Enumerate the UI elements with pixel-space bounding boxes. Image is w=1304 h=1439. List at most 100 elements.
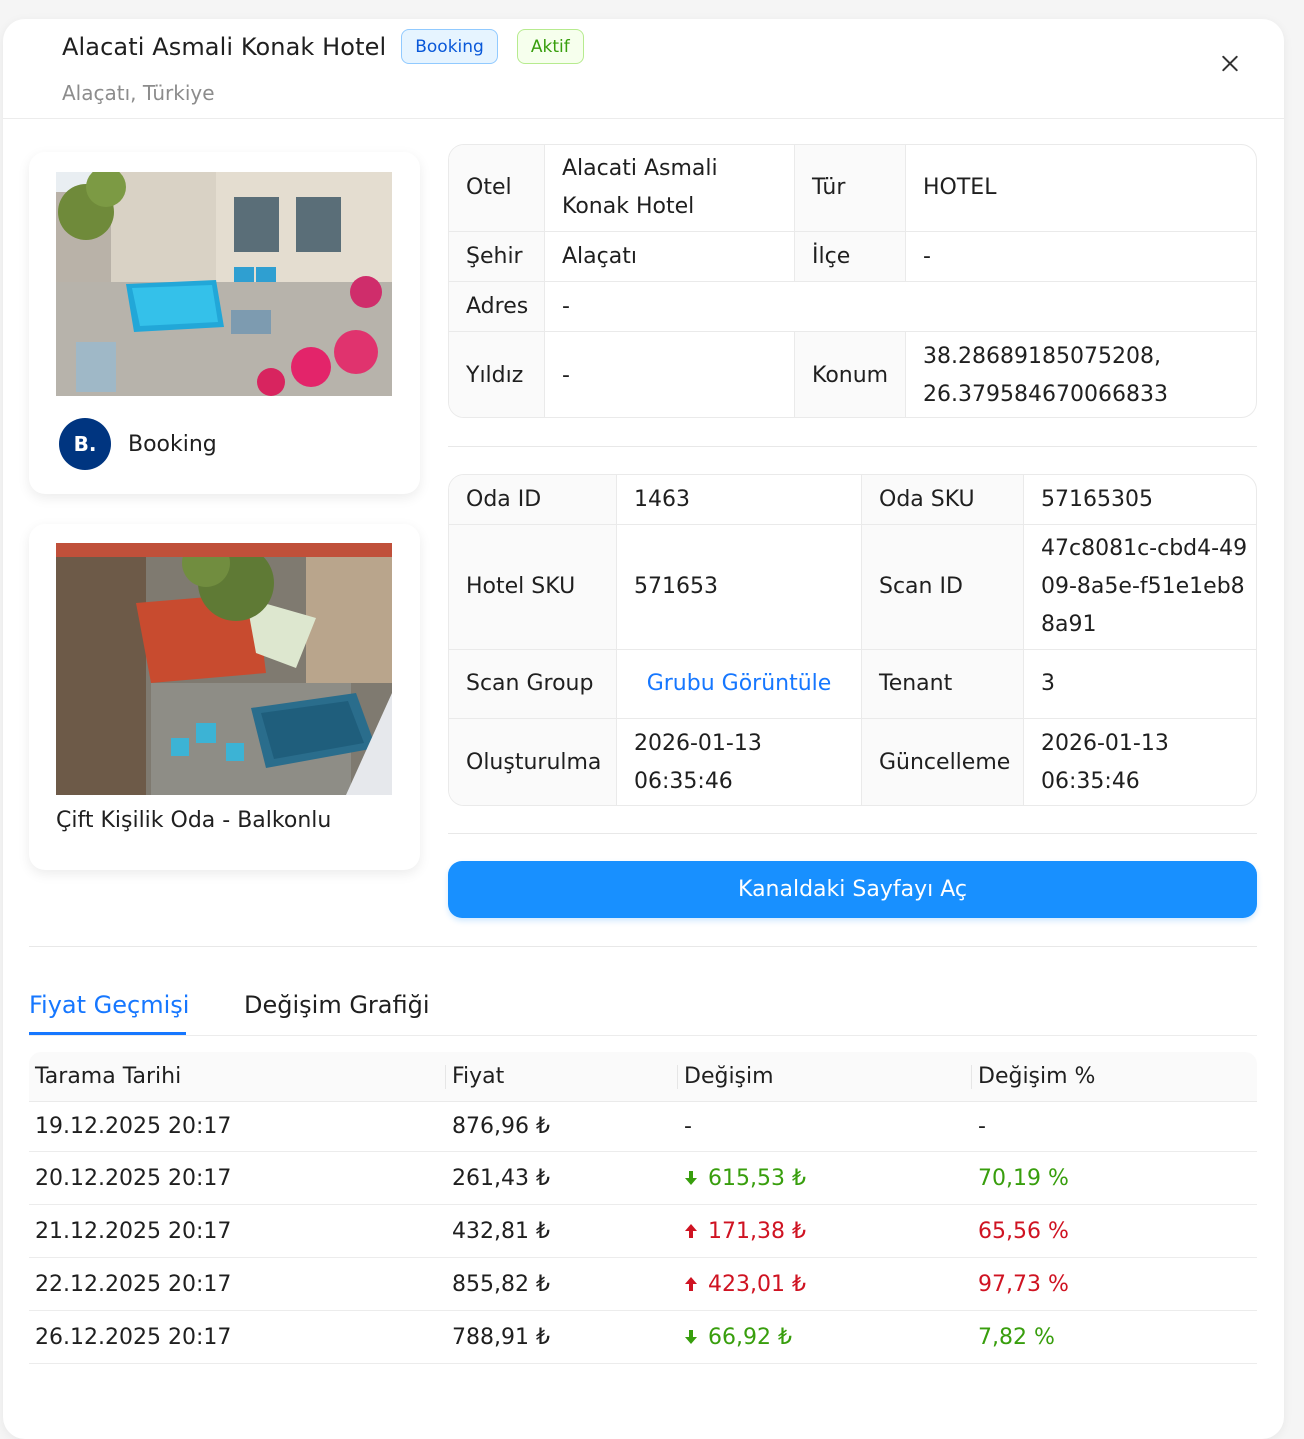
change-value: 615,53 ₺ bbox=[708, 1165, 806, 1191]
hotel-sku-label: Hotel SKU bbox=[449, 525, 617, 649]
price-cell: 876,96 ₺ bbox=[452, 1102, 550, 1151]
column-separator bbox=[445, 1065, 446, 1089]
price-cell: 432,81 ₺ bbox=[452, 1205, 550, 1257]
yildiz-value: - bbox=[545, 332, 795, 417]
room-photo-image bbox=[56, 543, 392, 795]
ilce-label: İlçe bbox=[795, 232, 906, 281]
hotel-image-card: B. Booking bbox=[29, 152, 420, 494]
change-pct-cell: - bbox=[978, 1102, 986, 1151]
section-divider bbox=[29, 946, 1257, 947]
oda-sku-label: Oda SKU bbox=[862, 475, 1024, 524]
change-value: 171,38 ₺ bbox=[708, 1218, 806, 1244]
channel-name: Booking bbox=[128, 431, 217, 457]
column-header-change: Değişim bbox=[684, 1064, 774, 1089]
scan-id-value: 47c8081c-cbd4-4909-8a5e-f51e1eb88a91 bbox=[1041, 536, 1248, 637]
section-divider bbox=[448, 446, 1257, 447]
change-value: 66,92 ₺ bbox=[708, 1324, 792, 1350]
scan-date: 20.12.2025 20:17 bbox=[35, 1165, 232, 1191]
channel-brand: B. Booking bbox=[59, 418, 217, 470]
tab-change-chart[interactable]: Değişim Grafiği bbox=[244, 991, 430, 1019]
table-row: 20.12.2025 20:17 261,43 ₺ 615,53 ₺ 70,19 % bbox=[29, 1152, 1257, 1205]
tur-label: Tür bbox=[795, 145, 906, 231]
scan-group-link-cell: Grubu Görüntüle bbox=[617, 650, 862, 718]
room-name: Çift Kişilik Oda - Balkonlu bbox=[56, 808, 332, 833]
tenant-value: 3 bbox=[1041, 671, 1055, 696]
scan-date: 22.12.2025 20:17 bbox=[35, 1271, 232, 1297]
otel-value: Alacati Asmali Konak Hotel bbox=[545, 145, 795, 231]
table-row: 21.12.2025 20:17 432,81 ₺ 171,38 ₺ 65,56 % bbox=[29, 1205, 1257, 1258]
tab-bar: Fiyat Geçmişi Değişim Grafiği bbox=[29, 979, 1257, 1036]
arrow-down-icon bbox=[685, 1171, 697, 1185]
adres-value: - bbox=[562, 293, 570, 319]
price: 261,43 ₺ bbox=[452, 1165, 550, 1191]
hotel-info-row: Otel Alacati Asmali Konak Hotel Tür HOTE… bbox=[449, 145, 1256, 232]
change-value: 423,01 ₺ bbox=[708, 1271, 806, 1297]
tenant-label: Tenant bbox=[862, 650, 1024, 718]
room-info-table: Oda ID 1463 Oda SKU 57165305 Hotel SKU 5… bbox=[448, 474, 1257, 806]
hotel-title: Alacati Asmali Konak Hotel bbox=[62, 32, 387, 61]
hotel-info-row: Yıldız - Konum 38.28689185075208, 26.379… bbox=[449, 332, 1256, 417]
price: 855,82 ₺ bbox=[452, 1271, 550, 1297]
guncelleme-label: Güncelleme bbox=[862, 719, 1024, 805]
change-cell: 171,38 ₺ bbox=[684, 1205, 806, 1257]
change-pct-value: 70,19 % bbox=[978, 1165, 1069, 1191]
section-divider bbox=[448, 833, 1257, 834]
open-channel-page-button[interactable]: Kanaldaki Sayfayı Aç bbox=[448, 861, 1257, 918]
change-cell: 615,53 ₺ bbox=[684, 1152, 806, 1204]
price-history-table: Tarama Tarihi Fiyat Değişim Değişim % 19… bbox=[29, 1052, 1257, 1364]
change-pct-cell: 97,73 % bbox=[978, 1258, 1069, 1310]
ilce-value: - bbox=[923, 243, 931, 269]
table-row: 19.12.2025 20:17 876,96 ₺ - - bbox=[29, 1102, 1257, 1152]
table-body: 19.12.2025 20:17 876,96 ₺ - - 20.12.2025 20:… bbox=[29, 1102, 1257, 1364]
close-icon[interactable] bbox=[1217, 51, 1243, 77]
title-row: Alacati Asmali Konak Hotel Booking Aktif bbox=[62, 29, 584, 64]
oda-id-label: Oda ID bbox=[449, 475, 617, 524]
booking-logo-icon: B. bbox=[59, 418, 111, 470]
olusturulma-label: Oluşturulma bbox=[449, 719, 617, 805]
hotel-info-row: Adres - bbox=[449, 282, 1256, 332]
change-pct-cell: 70,19 % bbox=[978, 1152, 1069, 1204]
price-cell: 788,91 ₺ bbox=[452, 1311, 550, 1363]
price-cell: 855,82 ₺ bbox=[452, 1258, 550, 1310]
hotel-photo[interactable] bbox=[56, 172, 392, 396]
konum-label: Konum bbox=[795, 332, 906, 417]
konum-value: 38.28689185075208, 26.379584670066833 bbox=[923, 343, 1168, 407]
table-header: Tarama Tarihi Fiyat Değişim Değişim % bbox=[29, 1052, 1257, 1102]
scan-date: 19.12.2025 20:17 bbox=[35, 1114, 232, 1139]
column-separator bbox=[677, 1065, 678, 1089]
scan-date-cell: 21.12.2025 20:17 bbox=[35, 1205, 231, 1257]
price: 876,96 ₺ bbox=[452, 1114, 550, 1139]
change-pct-value: 65,56 % bbox=[978, 1218, 1069, 1244]
column-header-price: Fiyat bbox=[452, 1064, 505, 1089]
change-pct-value: 97,73 % bbox=[978, 1271, 1069, 1297]
guncelleme-value: 2026-01-13 06:35:46 bbox=[1041, 731, 1169, 794]
active-tab-indicator bbox=[29, 1032, 186, 1035]
change-value: - bbox=[684, 1114, 692, 1139]
view-group-link[interactable]: Grubu Görüntüle bbox=[647, 665, 832, 703]
status-tag: Aktif bbox=[516, 29, 584, 64]
tab-price-history[interactable]: Fiyat Geçmişi bbox=[29, 991, 189, 1019]
arrow-down-icon bbox=[685, 1330, 697, 1344]
change-pct-value: 7,82 % bbox=[978, 1324, 1055, 1350]
sehir-label: Şehir bbox=[449, 232, 545, 281]
oda-sku-value: 57165305 bbox=[1041, 486, 1153, 512]
column-header-change-pct: Değişim % bbox=[978, 1064, 1096, 1089]
arrow-up-icon bbox=[685, 1277, 697, 1291]
scan-date: 21.12.2025 20:17 bbox=[35, 1218, 232, 1244]
scan-date-cell: 22.12.2025 20:17 bbox=[35, 1258, 231, 1310]
hotel-sku-value: 571653 bbox=[617, 525, 862, 649]
yildiz-label: Yıldız bbox=[449, 332, 545, 417]
otel-label: Otel bbox=[449, 145, 545, 231]
room-info-row: Scan Group Grubu Görüntüle Tenant 3 bbox=[449, 650, 1256, 719]
hotel-detail-modal: Alacati Asmali Konak Hotel Booking Aktif… bbox=[3, 19, 1284, 1439]
scan-group-label: Scan Group bbox=[449, 650, 617, 718]
scan-date-cell: 20.12.2025 20:17 bbox=[35, 1152, 231, 1204]
change-pct-value: - bbox=[978, 1114, 986, 1139]
table-row: 22.12.2025 20:17 855,82 ₺ 423,01 ₺ 97,73 % bbox=[29, 1258, 1257, 1311]
room-photo[interactable] bbox=[56, 543, 392, 795]
hotel-photo-image bbox=[56, 172, 392, 396]
price-cell: 261,43 ₺ bbox=[452, 1152, 550, 1204]
change-cell: - bbox=[684, 1102, 692, 1151]
room-image-card: Çift Kişilik Oda - Balkonlu bbox=[29, 524, 420, 870]
hotel-location-subtitle: Alaçatı, Türkiye bbox=[62, 81, 215, 105]
